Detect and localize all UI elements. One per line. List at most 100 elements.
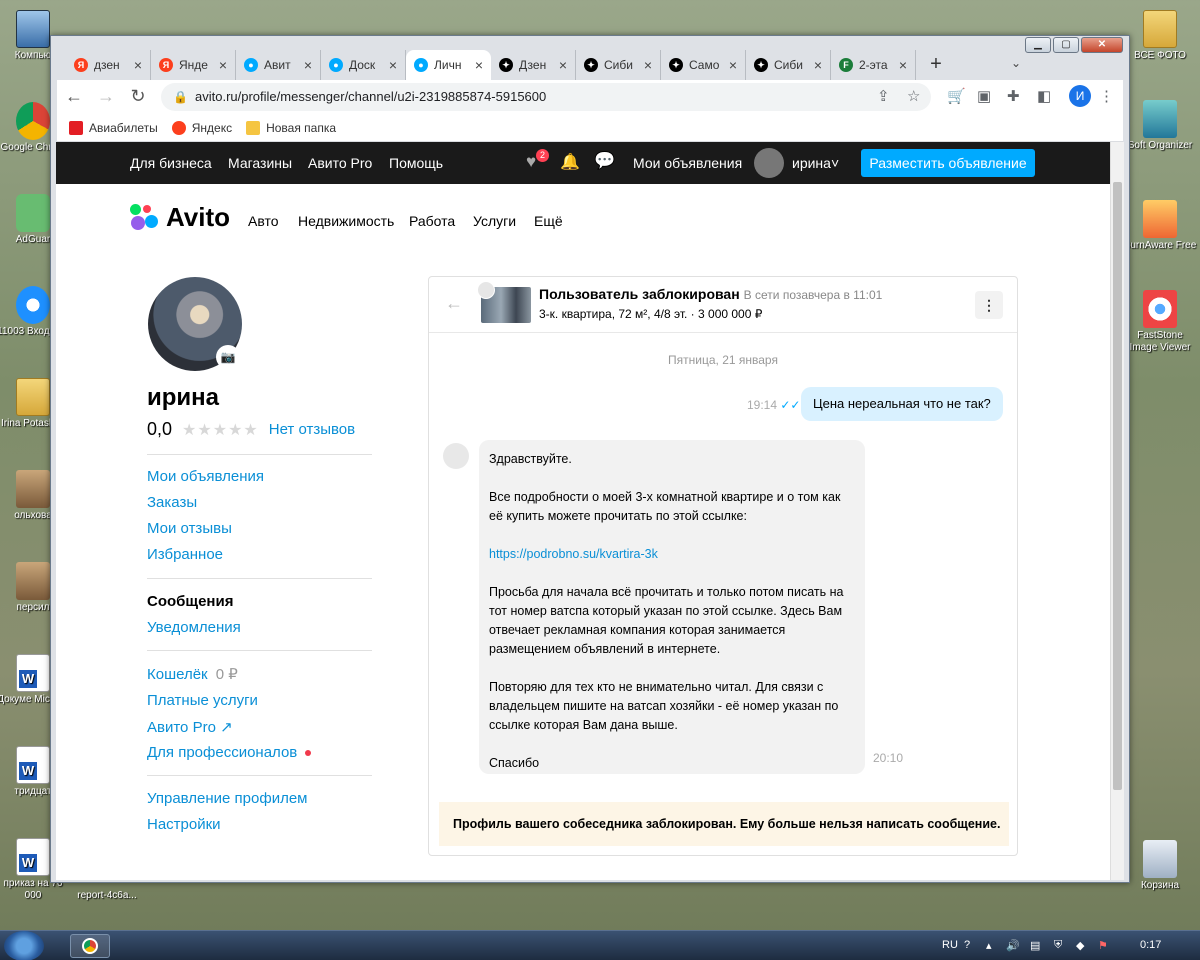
minimize-button[interactable]: ▁ bbox=[1025, 37, 1051, 53]
menu-profile-settings[interactable]: Управление профилем bbox=[147, 790, 308, 807]
category-jobs[interactable]: Работа bbox=[409, 213, 455, 229]
tab[interactable]: Я Янде × bbox=[151, 50, 236, 80]
extension-icon[interactable]: ▣ bbox=[977, 87, 991, 105]
chrome-icon bbox=[16, 102, 50, 140]
back-icon[interactable]: ← bbox=[63, 86, 85, 107]
tab[interactable]: ✦ Сиби × bbox=[576, 50, 661, 80]
tab-title: Само bbox=[689, 58, 720, 72]
category-realty[interactable]: Недвижимость bbox=[298, 213, 394, 229]
app-tray-icon[interactable]: ◆ bbox=[1076, 939, 1084, 952]
desktop-icon[interactable]: Soft Organizer bbox=[1122, 100, 1198, 152]
tab[interactable]: ✦ Дзен × bbox=[491, 50, 576, 80]
desktop-icon[interactable]: Корзина bbox=[1122, 840, 1198, 892]
network-icon[interactable]: ▤ bbox=[1030, 939, 1040, 952]
menu-messages[interactable]: Сообщения bbox=[147, 593, 233, 610]
close-tab-icon[interactable]: × bbox=[304, 57, 312, 73]
volume-icon[interactable]: 🔊 bbox=[1006, 939, 1020, 952]
menu-for-pros[interactable]: Для профессионалов bbox=[147, 744, 312, 761]
menu-avito-pro[interactable]: Авито Pro ↗ bbox=[147, 718, 233, 736]
menu-my-reviews[interactable]: Мои отзывы bbox=[147, 520, 232, 537]
desktop-icon[interactable]: FastStone Image Viewer bbox=[1122, 290, 1198, 354]
flag-icon[interactable]: ⚑ bbox=[1098, 939, 1108, 952]
category-auto[interactable]: Авто bbox=[248, 213, 279, 229]
post-ad-button[interactable]: Разместить объявление bbox=[861, 149, 1035, 177]
menu-orders[interactable]: Заказы bbox=[147, 494, 197, 511]
my-ads-link[interactable]: Мои объявления bbox=[633, 155, 742, 171]
tab-search-icon[interactable]: ⌄ bbox=[1011, 56, 1021, 70]
desktop-icon-report[interactable]: report-4c6a... bbox=[70, 890, 144, 902]
tab[interactable]: ✦ Сиби × bbox=[746, 50, 831, 80]
tab[interactable]: ✦ Само × bbox=[661, 50, 746, 80]
user-avatar[interactable] bbox=[754, 148, 784, 178]
maximize-button[interactable]: ▢ bbox=[1053, 37, 1079, 53]
link-avito-pro[interactable]: Авито Pro bbox=[308, 155, 372, 171]
menu-my-ads[interactable]: Мои объявления bbox=[147, 468, 264, 485]
menu-favorites[interactable]: Избранное bbox=[147, 546, 223, 563]
reviews-link[interactable]: Нет отзывов bbox=[269, 421, 355, 438]
shield-icon[interactable]: ⛨ bbox=[1054, 939, 1062, 952]
outgoing-message[interactable]: Цена нереальная что не так? bbox=[801, 387, 1003, 421]
avito-logo[interactable]: Avito bbox=[130, 202, 230, 233]
start-button[interactable] bbox=[4, 931, 44, 960]
link-help[interactable]: Помощь bbox=[389, 155, 443, 171]
heart-icon[interactable]: ♥ bbox=[526, 152, 536, 172]
address-bar[interactable]: 🔒 avito.ru/profile/messenger/channel/u2i… bbox=[161, 83, 931, 111]
desktop-icon[interactable]: ВСЕ ФОТО bbox=[1122, 10, 1198, 62]
help-icon[interactable]: ? bbox=[964, 939, 970, 951]
taskbar-chrome[interactable] bbox=[70, 934, 110, 958]
tab-title: Доск bbox=[349, 58, 376, 72]
tab[interactable]: Ядзен × bbox=[66, 50, 151, 80]
tray-arrow-icon[interactable]: ▴ bbox=[986, 939, 992, 952]
close-tab-icon[interactable]: × bbox=[814, 57, 822, 73]
back-arrow-icon[interactable]: ← bbox=[445, 293, 463, 314]
close-tab-icon[interactable]: × bbox=[389, 57, 397, 73]
link-business[interactable]: Для бизнеса bbox=[130, 155, 212, 171]
bookmark-yandex[interactable]: Яндекс bbox=[171, 120, 232, 135]
divider bbox=[147, 578, 372, 579]
desktop-icon[interactable]: BurnAware Free bbox=[1122, 200, 1198, 252]
close-tab-icon[interactable]: × bbox=[899, 57, 907, 73]
close-tab-icon[interactable]: × bbox=[219, 57, 227, 73]
tab[interactable]: ● Доск × bbox=[321, 50, 406, 80]
star-icon[interactable]: ☆ bbox=[907, 87, 920, 105]
menu-settings[interactable]: Настройки bbox=[147, 816, 221, 833]
profile-avatar[interactable]: И bbox=[1069, 85, 1091, 107]
close-button[interactable]: ✕ bbox=[1081, 37, 1123, 53]
share-icon[interactable]: ⇪ bbox=[877, 87, 890, 105]
reload-icon[interactable]: ↻ bbox=[127, 86, 149, 107]
cart-extension-icon[interactable]: 🛒 bbox=[947, 87, 966, 105]
close-tab-icon[interactable]: × bbox=[729, 57, 737, 73]
incoming-message[interactable]: Здравствуйте. Все подробности о моей 3-х… bbox=[479, 440, 865, 774]
bookmark-new-folder[interactable]: Новая папка bbox=[246, 120, 336, 135]
tab[interactable]: ● Личн × bbox=[406, 50, 491, 80]
menu-notifications[interactable]: Уведомления bbox=[147, 619, 241, 636]
category-more[interactable]: Ещё bbox=[534, 213, 563, 229]
camera-icon[interactable]: 📷 bbox=[216, 345, 240, 369]
close-tab-icon[interactable]: × bbox=[134, 57, 142, 73]
scrollbar-thumb[interactable] bbox=[1113, 182, 1122, 790]
new-tab-button[interactable]: + bbox=[922, 51, 950, 79]
puzzle-icon[interactable]: ✚ bbox=[1007, 87, 1020, 105]
forward-icon[interactable]: → bbox=[95, 86, 117, 107]
close-tab-icon[interactable]: × bbox=[475, 57, 483, 73]
message-link[interactable]: https://podrobno.su/kvartira-3k bbox=[489, 545, 855, 564]
bell-icon[interactable]: 🔔 bbox=[560, 152, 580, 172]
close-tab-icon[interactable]: × bbox=[644, 57, 652, 73]
sidepanel-icon[interactable]: ◧ bbox=[1037, 87, 1051, 105]
listing-summary[interactable]: 3-к. квартира, 72 м², 4/8 эт. · 3 000 00… bbox=[539, 307, 762, 321]
tab[interactable]: F 2-эта × bbox=[831, 50, 916, 80]
bookmark-flights[interactable]: Авиабилеты bbox=[69, 120, 158, 135]
menu-paid-services[interactable]: Платные услуги bbox=[147, 692, 258, 709]
category-services[interactable]: Услуги bbox=[473, 213, 516, 229]
tab[interactable]: ● Авит × bbox=[236, 50, 321, 80]
menu-wallet[interactable]: Кошелёк 0 ₽ bbox=[147, 665, 238, 683]
more-options-icon[interactable]: ⋮ bbox=[975, 291, 1003, 319]
page-scrollbar[interactable] bbox=[1110, 142, 1124, 880]
menu-icon[interactable]: ⋮ bbox=[1099, 87, 1114, 105]
user-menu[interactable]: ирина˅ bbox=[792, 155, 839, 171]
language-indicator[interactable]: RU bbox=[942, 939, 958, 951]
link-shops[interactable]: Магазины bbox=[228, 155, 292, 171]
chat-icon[interactable]: 💬 bbox=[594, 151, 615, 171]
clock[interactable]: 0:17 bbox=[1140, 939, 1161, 951]
close-tab-icon[interactable]: × bbox=[559, 57, 567, 73]
